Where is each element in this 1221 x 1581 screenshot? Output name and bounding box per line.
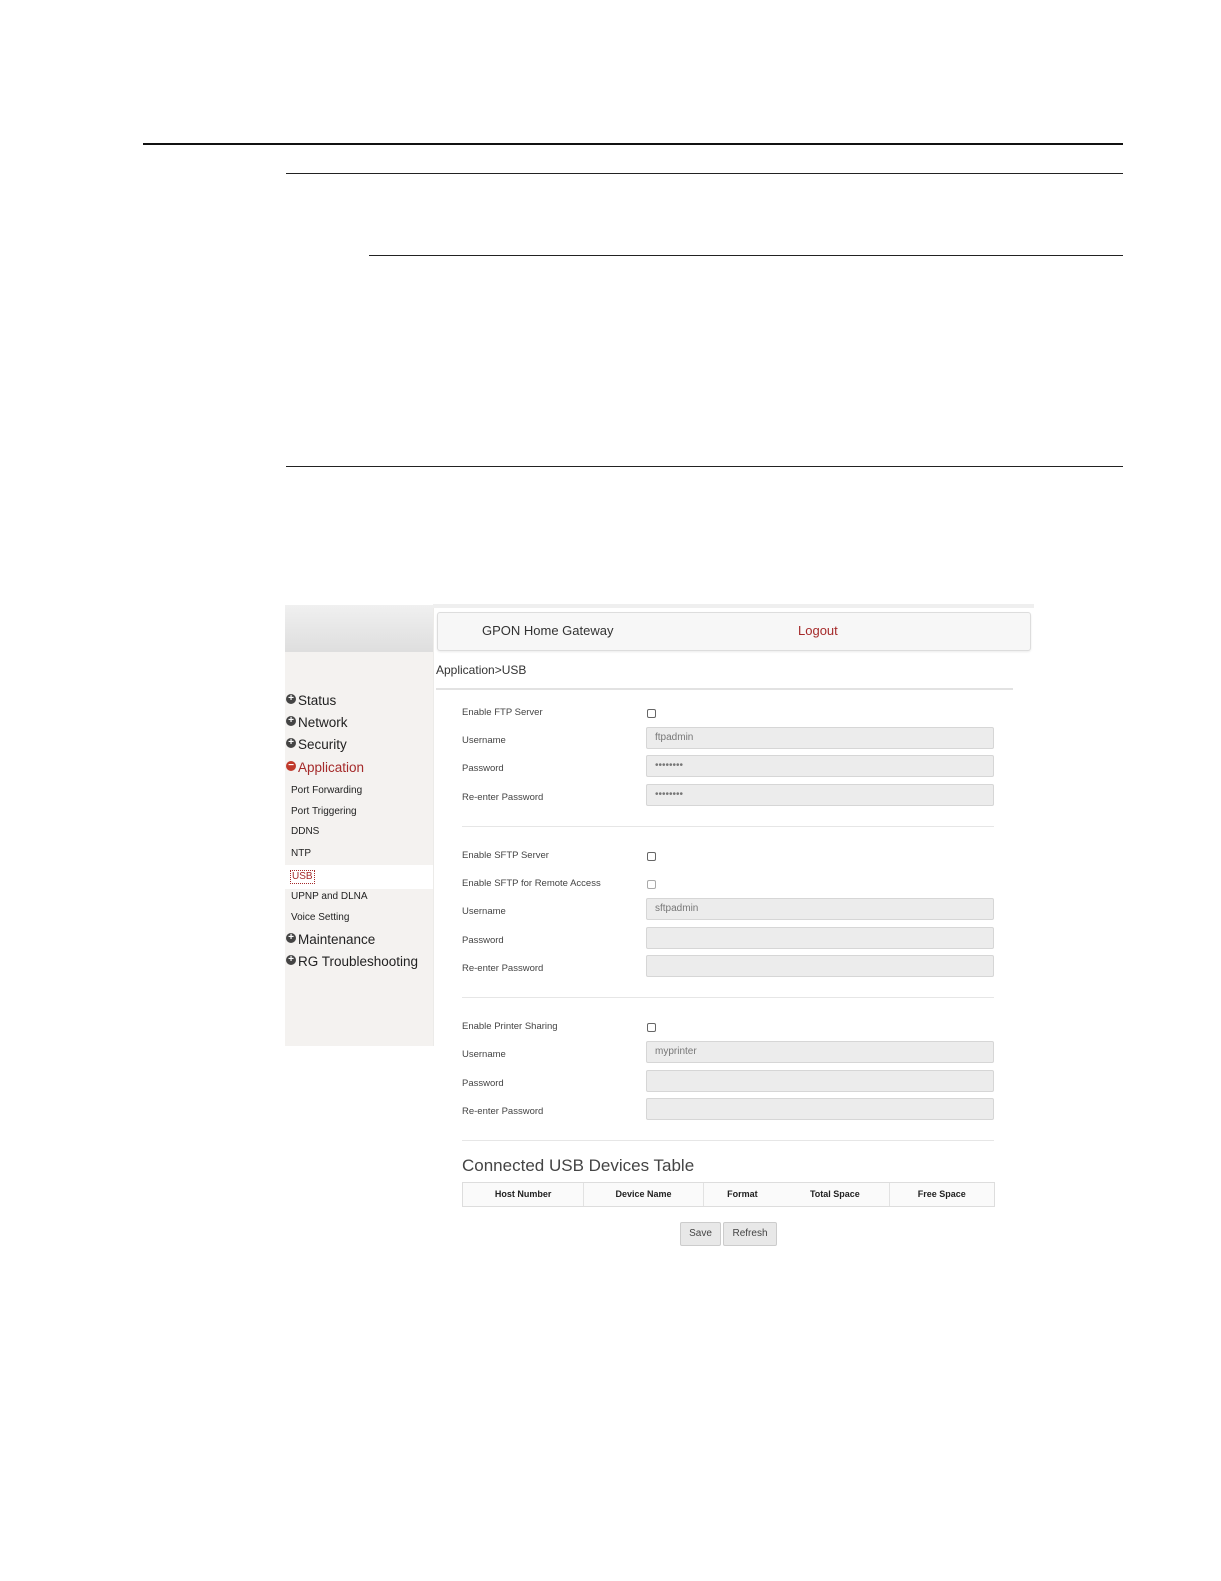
expand-icon: + — [286, 694, 296, 704]
printer-reenter-label: Re-enter Password — [462, 1106, 544, 1117]
section-divider — [462, 997, 994, 998]
printer-reenter-field[interactable] — [646, 1098, 994, 1120]
breadcrumb-divider — [436, 688, 1013, 690]
divider-rule — [286, 173, 1123, 174]
printer-enable-label: Enable Printer Sharing — [462, 1021, 558, 1032]
printer-enable-checkbox[interactable] — [647, 1023, 656, 1032]
sidebar-item-label: Maintenance — [298, 932, 376, 947]
sidebar-subitem-usb[interactable]: USB — [290, 870, 315, 884]
app-title: GPON Home Gateway — [482, 623, 614, 638]
logout-link[interactable]: Logout — [798, 623, 838, 638]
sidebar-item-network[interactable]: + Network — [286, 712, 348, 734]
sftp-reenter-field[interactable] — [646, 955, 994, 977]
sftp-remote-checkbox[interactable] — [647, 880, 656, 889]
sidebar-subitem-ntp[interactable]: NTP — [291, 845, 311, 863]
table-header-format: Format — [727, 1189, 758, 1199]
page-header-rule — [143, 143, 1123, 145]
ftp-enable-label: Enable FTP Server — [462, 707, 543, 718]
sidebar-item-label: Status — [298, 693, 337, 708]
sftp-enable-checkbox[interactable] — [647, 852, 656, 861]
ftp-password-field[interactable]: •••••••• — [646, 755, 994, 777]
sidebar-item-label: Network — [298, 715, 348, 730]
sftp-password-field[interactable] — [646, 927, 994, 949]
sftp-username-field[interactable]: sftpadmin — [646, 898, 994, 920]
table-header-total-space: Total Space — [781, 1183, 890, 1206]
sidebar-subitem-port-triggering[interactable]: Port Triggering — [291, 803, 357, 821]
sidebar-header — [285, 605, 433, 652]
ftp-password-label: Password — [462, 763, 504, 774]
sftp-reenter-label: Re-enter Password — [462, 963, 544, 974]
table-header-device-name: Device Name — [584, 1183, 704, 1206]
sidebar-subitem-voice-setting[interactable]: Voice Setting — [291, 909, 349, 927]
printer-password-field[interactable] — [646, 1070, 994, 1092]
ftp-enable-checkbox[interactable] — [647, 709, 656, 718]
sidebar: + Status + Network + Security − Application … — [285, 605, 434, 1046]
save-button[interactable]: Save — [680, 1222, 721, 1246]
refresh-button[interactable]: Refresh — [723, 1222, 777, 1246]
sidebar-item-maintenance[interactable]: + Maintenance — [286, 929, 375, 951]
app-header: GPON Home Gateway Logout — [437, 612, 1031, 651]
sftp-password-label: Password — [462, 935, 504, 946]
ftp-reenter-field[interactable]: •••••••• — [646, 784, 994, 806]
sidebar-item-label: Application — [298, 760, 365, 775]
printer-password-label: Password — [462, 1078, 504, 1089]
ftp-reenter-label: Re-enter Password — [462, 792, 544, 803]
expand-icon: + — [286, 716, 296, 726]
sidebar-item-status[interactable]: + Status — [286, 690, 336, 712]
header-strip — [433, 604, 1034, 608]
usb-table-title: Connected USB Devices Table — [462, 1156, 695, 1175]
usb-devices-table: Host Number Device Name Format Total Spa… — [462, 1182, 995, 1207]
sidebar-item-rg-troubleshooting[interactable]: + RG Troubleshooting — [286, 951, 418, 973]
section-divider — [462, 826, 994, 827]
divider-rule — [369, 255, 1123, 256]
printer-username-field[interactable]: myprinter — [646, 1041, 994, 1063]
table-header-free-space: Free Space — [917, 1189, 966, 1199]
expand-icon: + — [286, 955, 296, 965]
sftp-enable-label: Enable SFTP Server — [462, 850, 549, 861]
ftp-username-field[interactable]: ftpadmin — [646, 727, 994, 749]
collapse-icon: − — [286, 761, 296, 771]
sidebar-subitem-ddns[interactable]: DDNS — [291, 823, 319, 841]
divider-rule — [286, 466, 1123, 467]
sidebar-subitem-upnp-dlna[interactable]: UPNP and DLNA — [291, 888, 368, 906]
sidebar-item-security[interactable]: + Security — [286, 734, 347, 756]
breadcrumb: Application>USB — [436, 663, 527, 677]
sftp-remote-label: Enable SFTP for Remote Access — [462, 878, 601, 889]
expand-icon: + — [286, 933, 296, 943]
ftp-username-label: Username — [462, 735, 506, 746]
sidebar-subitem-port-forwarding[interactable]: Port Forwarding — [291, 782, 362, 800]
sftp-username-label: Username — [462, 906, 506, 917]
sidebar-item-label: RG Troubleshooting — [298, 954, 419, 969]
expand-icon: + — [286, 738, 296, 748]
table-header-host-number: Host Number — [463, 1183, 585, 1206]
printer-username-label: Username — [462, 1049, 506, 1060]
section-divider — [462, 1140, 994, 1141]
sidebar-item-application[interactable]: − Application — [286, 757, 364, 779]
sidebar-item-label: Security — [298, 737, 347, 752]
